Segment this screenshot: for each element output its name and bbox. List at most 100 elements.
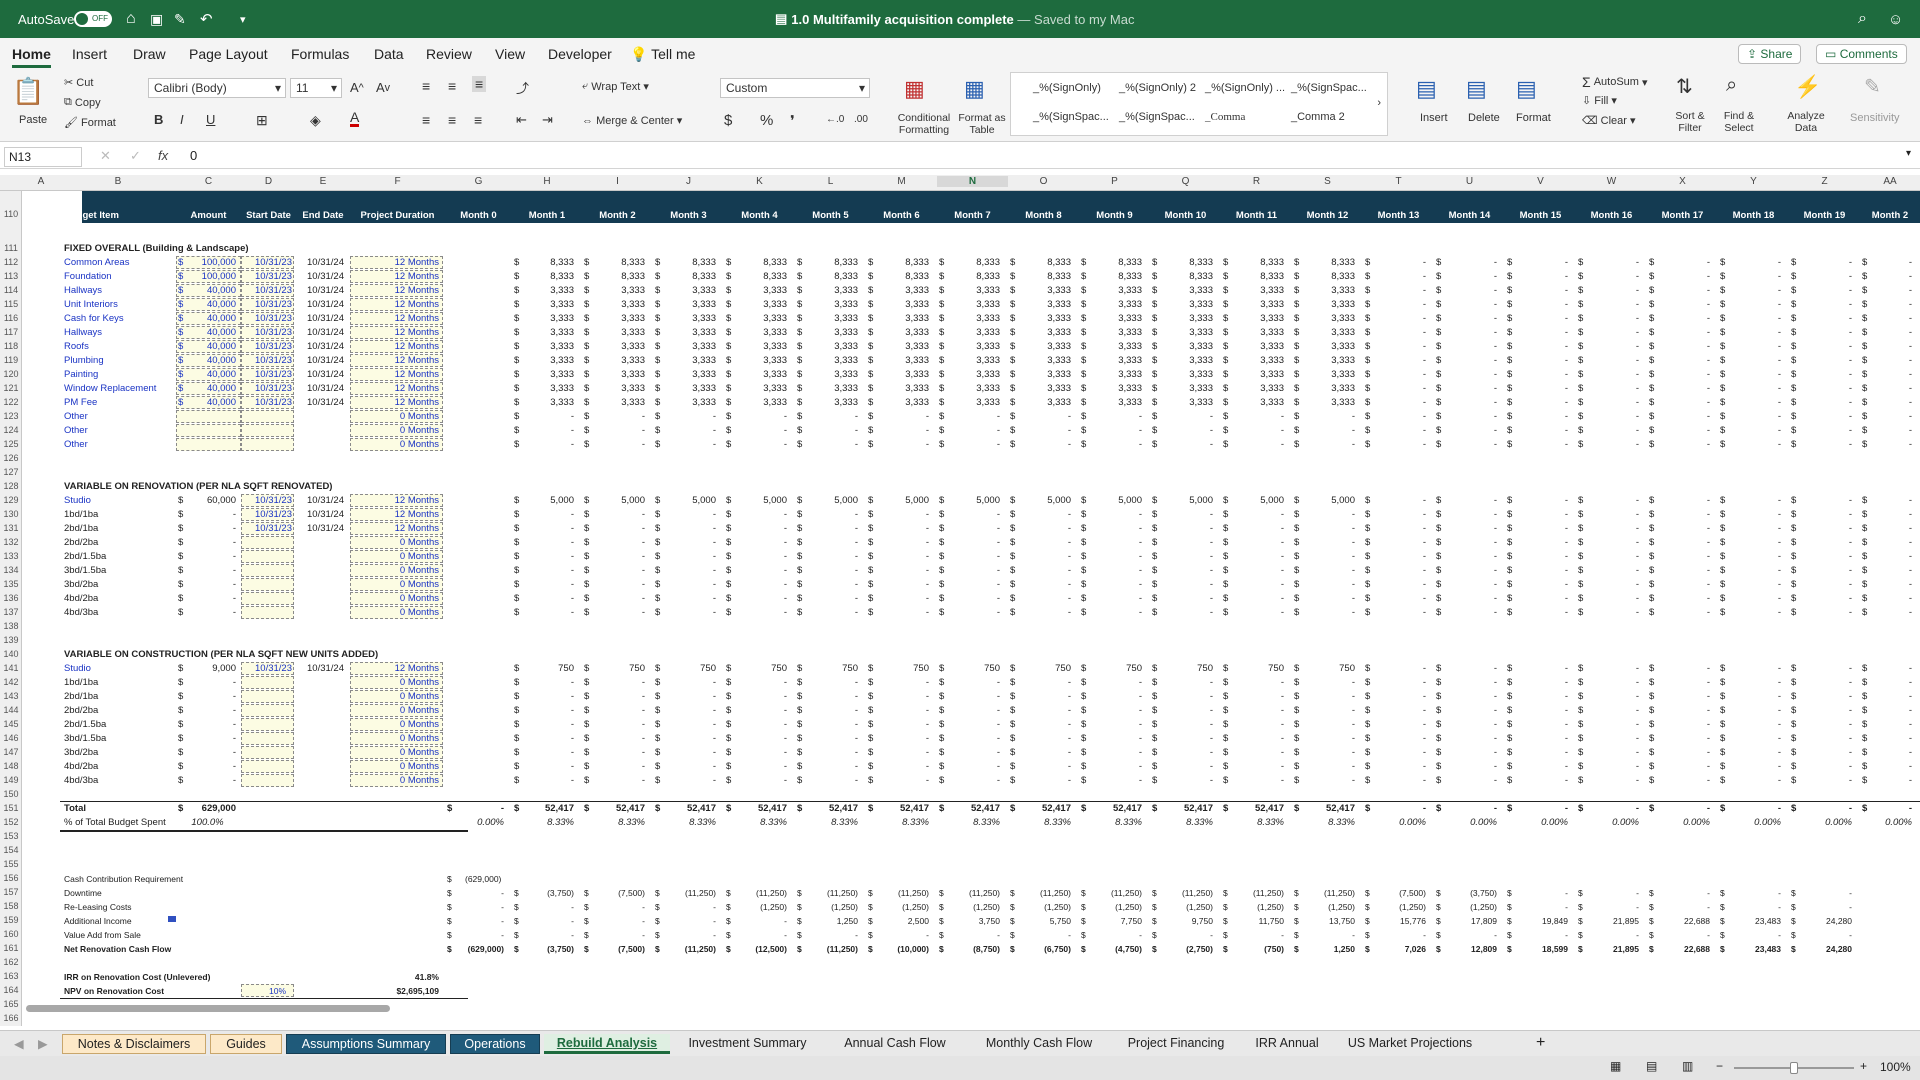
duration-cell[interactable]: 0 Months [350,761,443,773]
row-number[interactable]: 164 [0,985,22,995]
duration-cell[interactable]: 0 Months [350,551,443,563]
budget-item[interactable]: 1bd/1ba [64,509,174,521]
row-number[interactable]: 140 [0,649,22,659]
budget-item[interactable]: Hallways [64,327,174,339]
align-left-icon[interactable]: ≡ [422,112,430,128]
row-number[interactable]: 130 [0,509,22,519]
zoom-in-icon[interactable]: + [1860,1059,1867,1073]
duration-cell[interactable]: 0 Months [350,719,443,731]
budget-item[interactable]: Other [64,411,174,423]
prev-sheet-icon[interactable]: ◀ [14,1036,24,1051]
start-date-cell[interactable]: 10/31/23 [241,285,294,297]
sheet-tab-investment-summary[interactable]: Investment Summary [674,1034,821,1054]
tab-formulas[interactable]: Formulas [291,46,349,62]
amount-cell[interactable]: $ - [176,719,239,731]
autosave-toggle[interactable]: OFF [74,0,112,38]
row-number[interactable]: 148 [0,761,22,771]
amount-cell[interactable]: $ - [176,579,239,591]
amount-cell[interactable]: $ - [176,607,239,619]
number-format-select[interactable]: Custom ▾ [720,78,870,98]
decrease-decimal-icon[interactable]: .00 [854,114,868,125]
undo-icon[interactable]: ↶ [200,0,213,38]
tell-me[interactable]: 💡 Tell me [630,46,695,63]
row-number[interactable]: 141 [0,663,22,673]
paste-button[interactable]: Paste [19,114,47,126]
row-number[interactable]: 156 [0,873,22,883]
font-color-icon[interactable]: A [350,110,360,127]
confirm-icon[interactable]: ✓ [130,148,141,164]
function-icon[interactable]: fx [158,148,168,163]
row-number[interactable]: 146 [0,733,22,743]
row-number[interactable]: 116 [0,313,22,323]
sheet-tab-annual-cash-flow[interactable]: Annual Cash Flow [825,1034,965,1054]
duration-cell[interactable]: 12 Months [350,271,443,283]
search-icon[interactable]: ⌕ [1858,0,1867,38]
start-date-input-box[interactable] [241,536,294,549]
merge-center-button[interactable]: ⇔ Merge & Center ▾ [582,114,682,128]
borders-icon[interactable]: ⊞ [256,112,268,129]
amount-input-box[interactable] [176,410,241,423]
add-sheet-icon[interactable]: + [1536,1034,1545,1052]
column-header[interactable]: A [22,176,60,187]
amount-cell[interactable]: $ - [176,691,239,703]
duration-cell[interactable]: 12 Months [350,397,443,409]
sheet-tab-guides[interactable]: Guides [210,1034,282,1054]
budget-item[interactable]: 3bd/2ba [64,579,174,591]
align-bottom-icon[interactable]: ≡ [472,76,487,92]
row-number[interactable]: 150 [0,789,22,799]
duration-cell[interactable]: 0 Months [350,705,443,717]
column-header[interactable]: H [512,176,582,187]
start-date-input-box[interactable] [241,704,294,717]
amount-cell[interactable]: $100,000 [176,257,239,269]
row-number[interactable]: 154 [0,845,22,855]
start-date-input-box[interactable] [241,774,294,787]
row-number[interactable]: 157 [0,887,22,897]
row-number[interactable]: 127 [0,467,22,477]
row-number[interactable]: 135 [0,579,22,589]
start-date-input-box[interactable] [241,438,294,451]
conditional-formatting-button[interactable]: Conditional Formatting [894,112,954,136]
duration-cell[interactable]: 0 Months [350,677,443,689]
style-item[interactable]: _%(SignSpac... [1291,82,1367,94]
start-date-cell[interactable]: 10/31/23 [241,383,294,395]
amount-cell[interactable]: $40,000 [176,397,239,409]
budget-item[interactable]: 1bd/1ba [64,677,174,689]
budget-item[interactable]: PM Fee [64,397,174,409]
fill-color-icon[interactable]: ◈ [310,112,321,129]
row-number[interactable]: 139 [0,635,22,645]
budget-item[interactable]: Foundation [64,271,174,283]
duration-cell[interactable]: 12 Months [350,299,443,311]
chevron-right-icon[interactable]: › [1377,97,1381,109]
start-date-input-box[interactable] [241,676,294,689]
row-number[interactable]: 143 [0,691,22,701]
share-button[interactable]: ⇪ Share [1738,44,1802,64]
analyze-data-button[interactable]: Analyze Data [1786,110,1826,134]
row-number[interactable]: 119 [0,355,22,365]
italic-button[interactable]: I [180,112,184,127]
row-number[interactable]: 142 [0,677,22,687]
start-date-input-box[interactable] [241,550,294,563]
sheet-tab-notes-disclaimers[interactable]: Notes & Disclaimers [62,1034,206,1054]
tab-insert[interactable]: Insert [72,46,107,62]
column-header[interactable]: U [1434,176,1505,187]
duration-cell[interactable]: 12 Months [350,523,443,535]
zoom-level[interactable]: 100% [1880,1060,1911,1074]
percent-icon[interactable]: % [760,112,773,129]
column-header[interactable]: C [176,176,241,187]
duration-cell[interactable]: 12 Months [350,495,443,507]
column-header[interactable]: O [1008,176,1079,187]
row-number[interactable]: 132 [0,537,22,547]
align-center-icon[interactable]: ≡ [448,112,456,128]
column-header[interactable]: S [1292,176,1363,187]
amount-cell[interactable]: $100,000 [176,271,239,283]
duration-cell[interactable]: 0 Months [350,733,443,745]
row-number[interactable]: 128 [0,481,22,491]
budget-item[interactable]: Other [64,439,174,451]
style-item[interactable]: _Comma 2 [1291,111,1345,123]
wrap-text-button[interactable]: ⤶ Wrap Text ▾ [582,80,649,93]
row-number[interactable]: 111 [0,243,22,253]
start-date-input-box[interactable] [241,606,294,619]
row-number[interactable]: 121 [0,383,22,393]
insert-button[interactable]: Insert [1420,112,1448,124]
sensitivity-button[interactable]: Sensitivity [1850,112,1900,124]
